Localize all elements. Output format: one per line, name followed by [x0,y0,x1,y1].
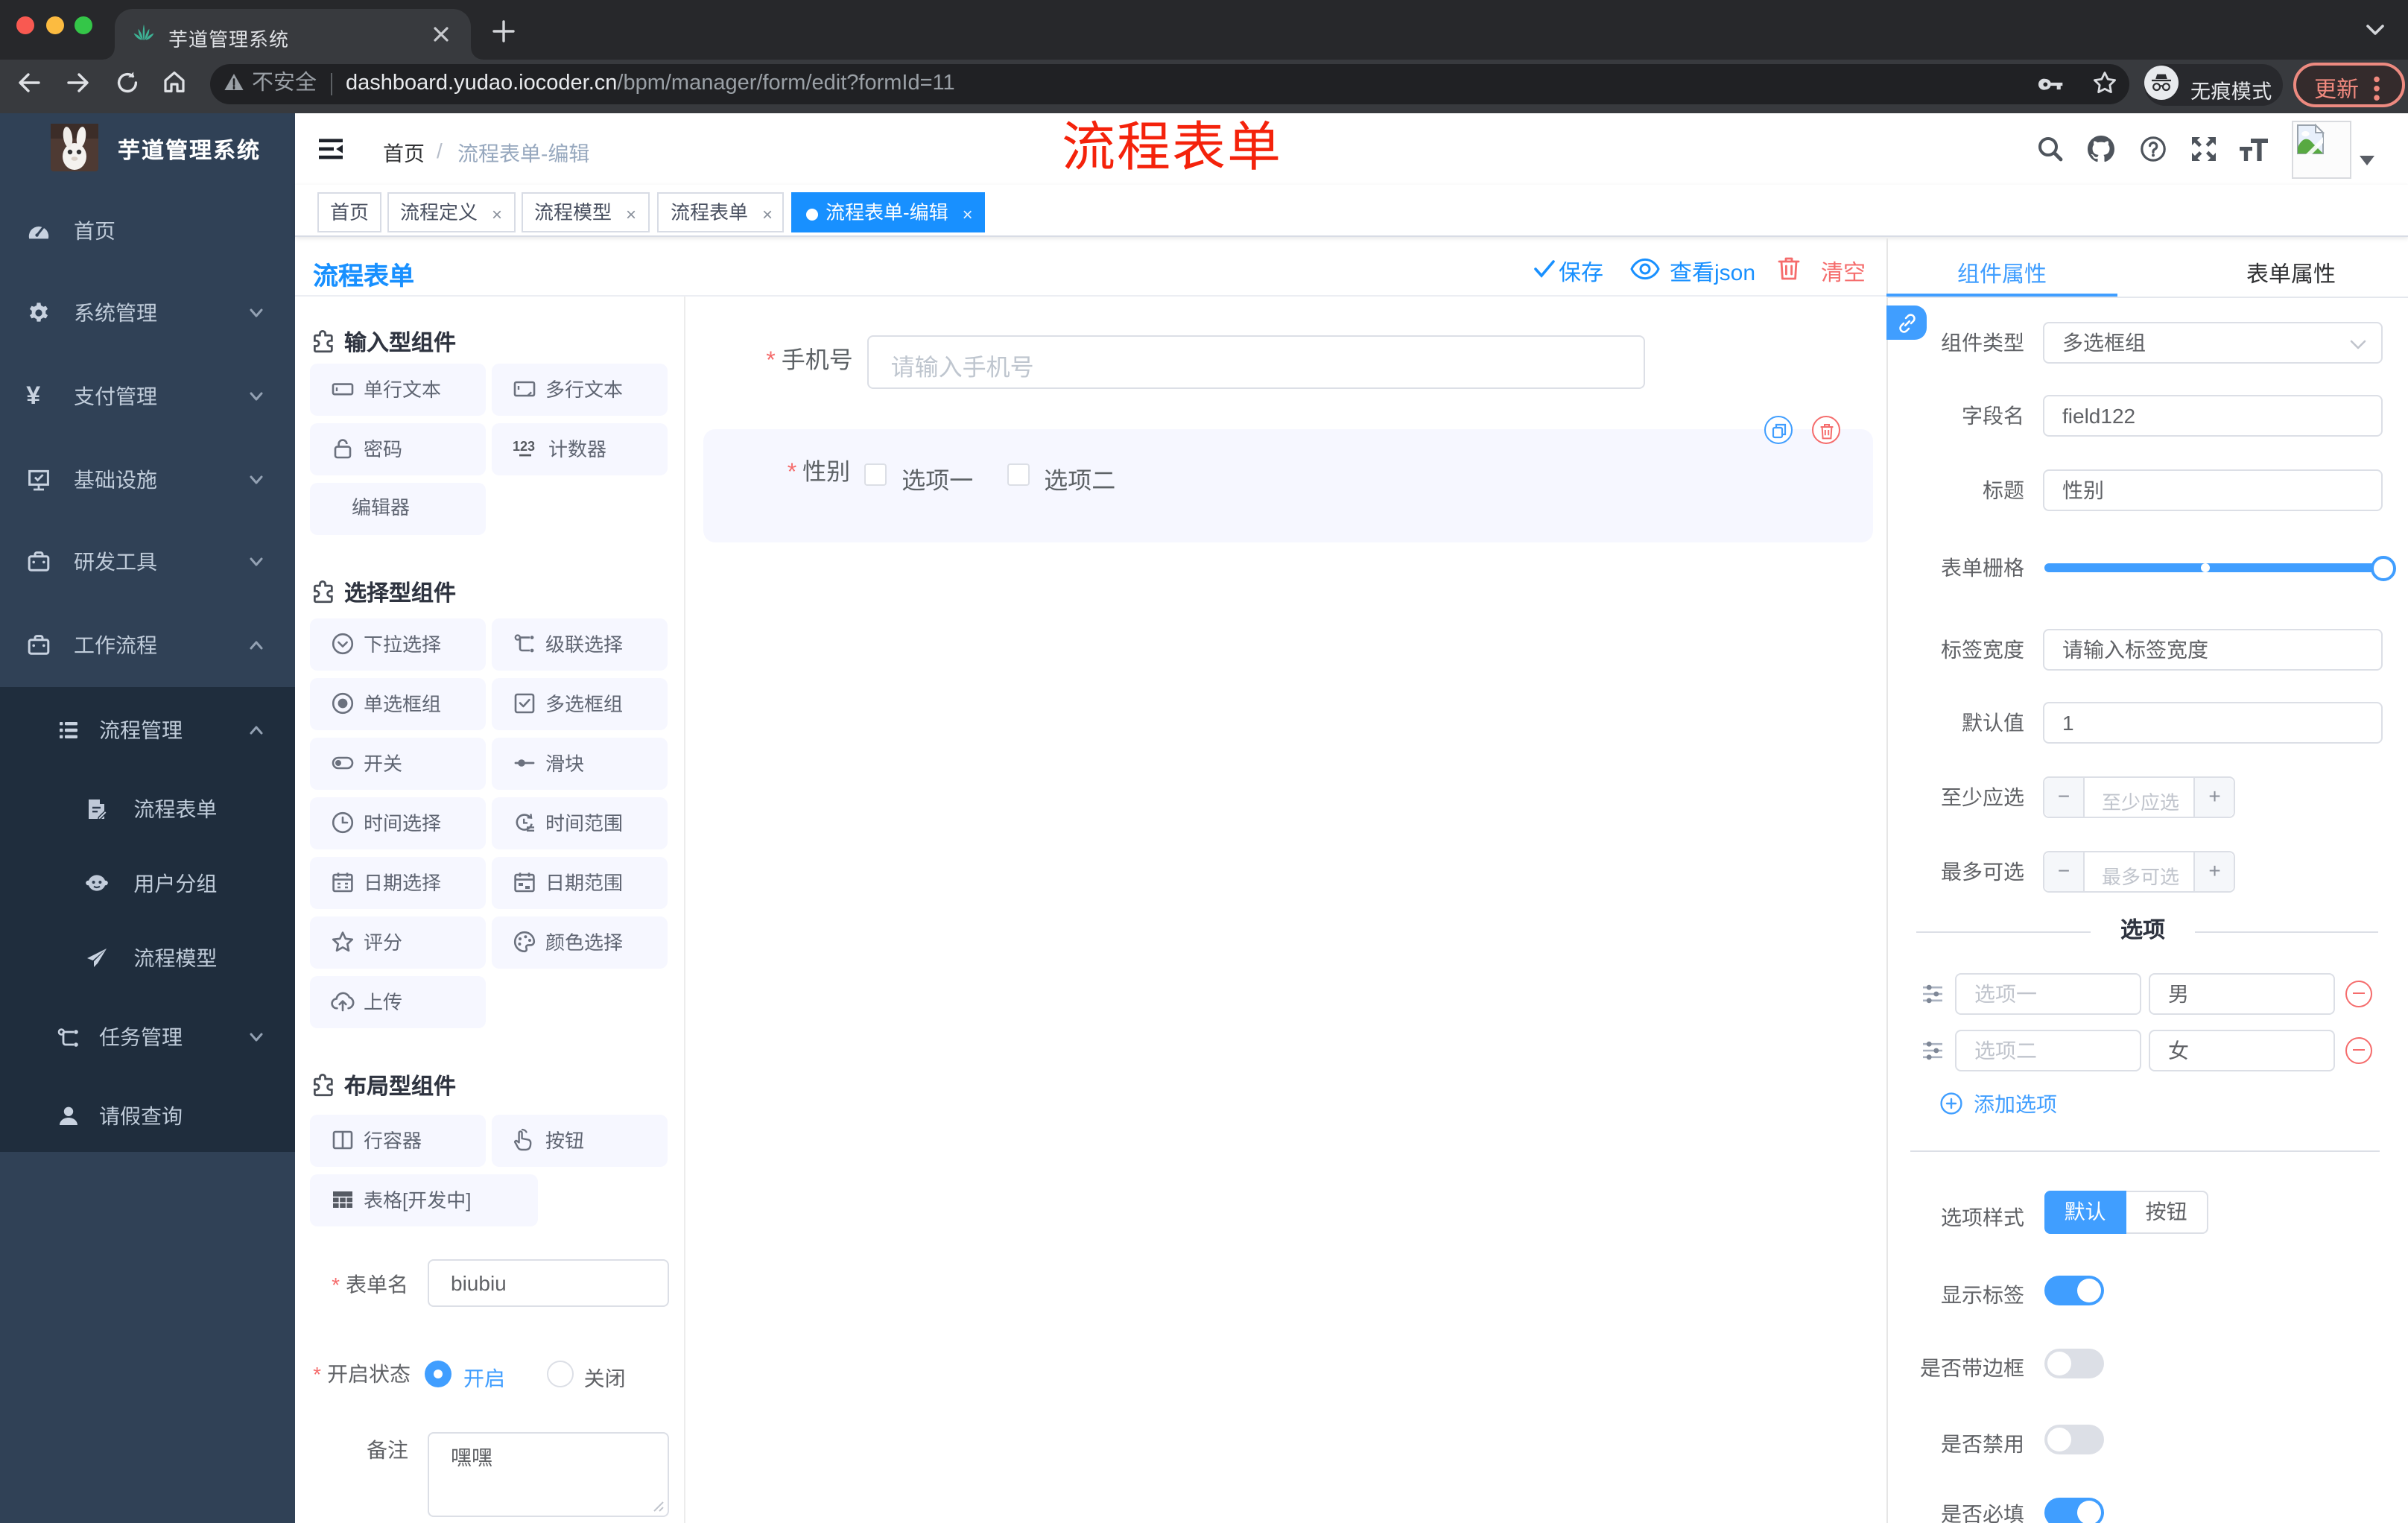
svg-text:123: 123 [513,440,535,455]
